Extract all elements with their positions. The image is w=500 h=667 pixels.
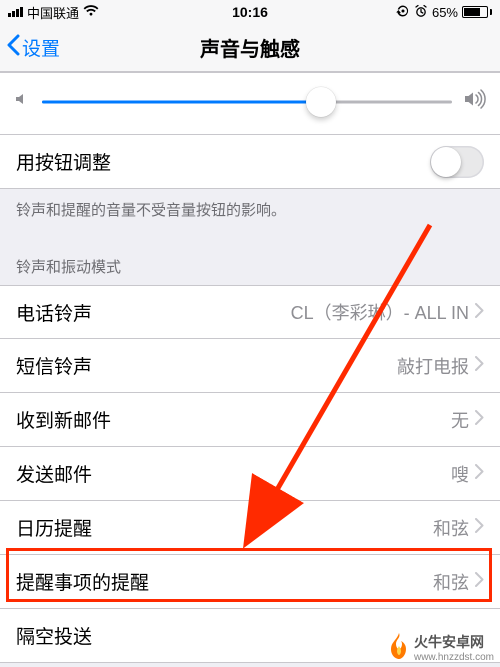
sent-mail-value: 嗖 [451,461,469,487]
text-tone-label: 短信铃声 [16,352,92,379]
text-tone-value: 敲打电报 [397,353,469,379]
ringtone-label: 电话铃声 [16,299,92,326]
chevron-right-icon [475,409,484,430]
sent-mail-row[interactable]: 发送邮件 嗖 [0,447,500,501]
chevron-right-icon [475,355,484,376]
calendar-label: 日历提醒 [16,514,92,541]
watermark: 火牛安卓网 www.hnzzdst.com [388,632,494,663]
watermark-url: www.hnzzdst.com [414,652,494,663]
reminders-value: 和弦 [433,569,469,595]
calendar-value: 和弦 [433,515,469,541]
volume-low-icon [14,91,30,112]
slider-thumb[interactable] [306,87,336,117]
carrier-label: 中国联通 [27,3,79,22]
reminders-label: 提醒事项的提醒 [16,568,149,595]
status-bar: 中国联通 10:16 65% [0,0,500,24]
volume-high-icon [464,89,486,114]
new-mail-row[interactable]: 收到新邮件 无 [0,393,500,447]
page-title: 声音与触感 [0,33,500,62]
use-buttons-label: 用按钮调整 [16,148,111,175]
status-left: 中国联通 [8,3,99,22]
rotation-lock-icon [396,4,410,21]
back-label: 设置 [22,34,60,61]
calendar-row[interactable]: 日历提醒 和弦 [0,501,500,555]
battery-icon [462,6,492,18]
watermark-brand: 火牛安卓网 [414,632,494,652]
chevron-right-icon [475,517,484,538]
reminders-row[interactable]: 提醒事项的提醒 和弦 [0,555,500,609]
chevron-right-icon [475,571,484,592]
volume-slider-row [0,72,500,135]
new-mail-label: 收到新邮件 [16,406,111,433]
sent-mail-label: 发送邮件 [16,460,92,487]
ringtone-value: CL（李彩琳）- ALL IN [291,299,469,325]
battery-pct: 65% [432,5,458,20]
signal-icon [8,7,23,17]
flame-icon [388,633,410,662]
volume-footer-note: 铃声和提醒的音量不受音量按钮的影响。 [0,189,500,238]
chevron-right-icon [475,302,484,323]
ringtone-row[interactable]: 电话铃声 CL（李彩琳）- ALL IN [0,285,500,339]
toggle-knob [431,147,461,177]
text-tone-row[interactable]: 短信铃声 敲打电报 [0,339,500,393]
nav-bar: 设置 声音与触感 [0,24,500,72]
chevron-left-icon [6,34,20,62]
status-right: 65% [396,4,492,21]
volume-slider[interactable] [42,91,452,113]
airdrop-label: 隔空投送 [16,622,92,649]
wifi-icon [83,5,99,20]
back-button[interactable]: 设置 [0,34,60,62]
content: 用按钮调整 铃声和提醒的音量不受音量按钮的影响。 铃声和振动模式 电话铃声 CL… [0,72,500,663]
new-mail-value: 无 [451,407,469,433]
alarm-icon [414,4,428,21]
chevron-right-icon [475,463,484,484]
use-buttons-row: 用按钮调整 [0,135,500,189]
use-buttons-toggle[interactable] [430,146,484,178]
ringtone-section-header: 铃声和振动模式 [0,238,500,285]
